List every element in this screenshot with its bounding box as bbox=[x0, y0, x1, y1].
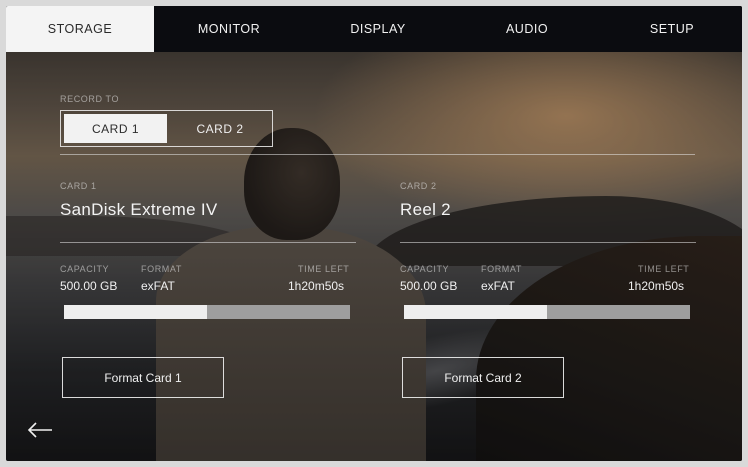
record-card-2-button[interactable]: CARD 2 bbox=[169, 114, 271, 143]
card-2-capacity-label: CAPACITY bbox=[400, 264, 450, 274]
card-1-divider bbox=[60, 242, 356, 243]
card-2-divider bbox=[400, 242, 696, 243]
arrow-left-icon-glyph bbox=[27, 422, 52, 438]
record-card-1-button[interactable]: CARD 1 bbox=[64, 114, 167, 143]
card-1-time-left-value: 1h20m50s bbox=[288, 279, 345, 293]
card-1-name: SanDisk Extreme IV bbox=[60, 200, 218, 219]
card-1-format-value: exFAT bbox=[141, 279, 175, 293]
tab-storage[interactable]: STORAGE bbox=[6, 6, 154, 52]
tab-display[interactable]: DISPLAY bbox=[304, 6, 452, 52]
card-1-time-left-label: TIME LEFT bbox=[298, 264, 350, 274]
card-2-capacity-value: 500.00 GB bbox=[400, 279, 458, 293]
card-1-format-label: FORMAT bbox=[141, 264, 182, 274]
card-2-label: CARD 2 bbox=[400, 181, 437, 191]
card-2-format-label: FORMAT bbox=[481, 264, 522, 274]
card-2-name: Reel 2 bbox=[400, 200, 451, 219]
tab-audio[interactable]: AUDIO bbox=[452, 6, 602, 52]
card-1-usage-bar bbox=[64, 305, 350, 319]
format-card-2-button[interactable]: Format Card 2 bbox=[402, 357, 564, 398]
tab-monitor[interactable]: MONITOR bbox=[154, 6, 304, 52]
format-card-1-button[interactable]: Format Card 1 bbox=[62, 357, 224, 398]
storage-screen: STORAGE MONITOR DISPLAY AUDIO SETUP RECO… bbox=[6, 6, 742, 461]
card-1-usage-fill bbox=[64, 305, 207, 319]
card-1-capacity-value: 500.00 GB bbox=[60, 279, 118, 293]
divider-top bbox=[60, 154, 695, 155]
card-2-time-left-label: TIME LEFT bbox=[638, 264, 690, 274]
record-to-label: RECORD TO bbox=[60, 94, 120, 104]
tab-bar: STORAGE MONITOR DISPLAY AUDIO SETUP bbox=[6, 6, 742, 52]
card-2-usage-bar bbox=[404, 305, 690, 319]
arrow-left-icon[interactable] bbox=[26, 420, 56, 444]
card-2-usage-fill bbox=[404, 305, 547, 319]
record-to-selector: CARD 1 CARD 2 bbox=[60, 110, 273, 147]
card-2-time-left-value: 1h20m50s bbox=[628, 279, 685, 293]
card-2-format-value: exFAT bbox=[481, 279, 515, 293]
card-1-capacity-label: CAPACITY bbox=[60, 264, 110, 274]
card-1-label: CARD 1 bbox=[60, 181, 97, 191]
tab-setup[interactable]: SETUP bbox=[602, 6, 742, 52]
